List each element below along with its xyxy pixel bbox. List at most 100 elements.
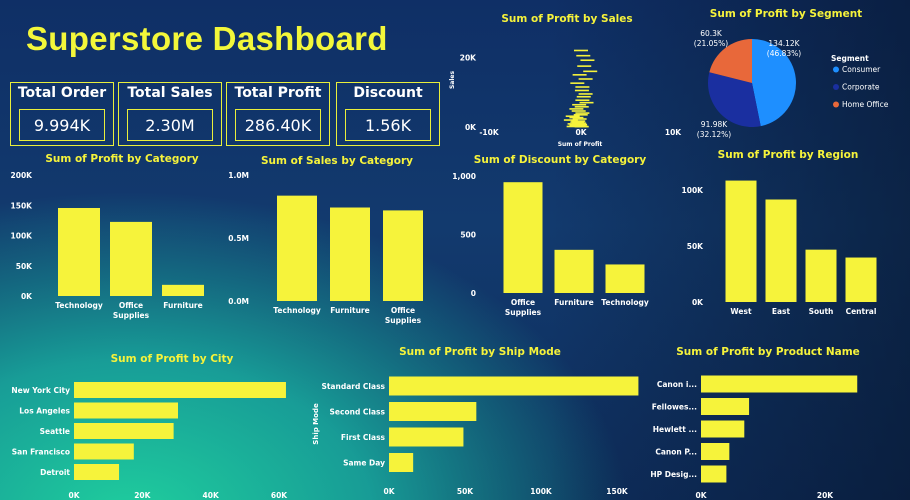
chart-title: Sum of Profit by City [111, 353, 234, 365]
dashboard-canvas: Superstore Dashboard Total Order 9.994K … [0, 0, 910, 500]
charts-layer: Sum of Profit by Category 0K 50K 100K 150K 20… [11, 8, 889, 500]
bar [554, 249, 594, 293]
bar [74, 443, 134, 460]
bar [605, 264, 645, 293]
x-tick-label: Office [391, 306, 415, 315]
y-tick-label: Second Class [330, 408, 386, 417]
scatter-point [575, 99, 590, 102]
scatter-point [578, 93, 593, 95]
bar [389, 453, 414, 472]
legend-item-label: Home Office [842, 100, 889, 109]
y-tick-label: Detroit [40, 468, 70, 477]
scatter-point [573, 114, 588, 116]
x-tick-label: -10K [479, 128, 500, 137]
scatter-point [576, 54, 591, 57]
bar [58, 207, 100, 296]
x-axis-title: Sum of Profit [558, 141, 603, 148]
x-tick-label: Technology [273, 306, 321, 315]
x-tick-label: 100K [530, 487, 553, 496]
bar [701, 443, 730, 460]
slice-value-label: 91.98K [701, 120, 728, 129]
scatter-point [575, 112, 590, 114]
x-tick-label: Technology [55, 301, 103, 310]
chart-title: Sum of Discount by Category [474, 154, 647, 166]
y-tick-label: Fellowes... [652, 403, 697, 412]
y-tick-label: 50K [16, 262, 33, 271]
chart-title: Sum of Profit by Sales [501, 13, 632, 25]
y-tick-label: Los Angeles [19, 407, 70, 416]
y-tick-label: Canon i... [657, 380, 697, 389]
y-tick-label: 50K [687, 242, 704, 251]
x-tick-label: Furniture [163, 301, 202, 310]
x-tick-label: Furniture [554, 298, 593, 307]
x-tick-label: South [809, 307, 834, 316]
legend-item-label: Corporate [842, 83, 880, 92]
y-tick-label: Canon P... [655, 448, 697, 457]
chart-title: Sum of Profit by Region [718, 149, 859, 161]
x-tick-label: 10K [665, 128, 682, 137]
y-tick-label: 100K [11, 232, 34, 241]
y-axis-title: Ship Mode [312, 403, 320, 445]
scatter-point [574, 49, 588, 52]
x-tick-label: Central [846, 307, 877, 316]
bar [74, 464, 120, 480]
bar [845, 257, 877, 302]
x-tick-label: 20K [817, 491, 834, 500]
bar [383, 210, 423, 301]
x-tick-label: West [730, 307, 752, 316]
scatter-point [565, 115, 580, 118]
x-tick-label: 0K [68, 491, 80, 500]
x-tick-label: Office [511, 298, 535, 307]
scatter-point [572, 74, 587, 76]
chart-title: Sum of Profit by Segment [710, 8, 862, 20]
y-tick-label: 0.0M [228, 297, 249, 306]
bar [389, 402, 477, 421]
slice-percent-label: (21.05%) [694, 39, 729, 48]
legend-swatch [833, 66, 839, 73]
scatter-point [569, 116, 584, 119]
chart-title: Sum of Profit by Category [45, 153, 198, 165]
bar [277, 195, 317, 301]
x-tick-label: 40K [203, 491, 220, 500]
y-tick-label: HP Desig... [650, 470, 697, 479]
scatter-point [583, 70, 598, 73]
y-tick-label: 500 [460, 231, 476, 240]
scatter-point [569, 108, 584, 110]
chart-title: Sum of Profit by Ship Mode [399, 346, 561, 358]
scatter-point [578, 78, 593, 80]
bar [110, 221, 152, 296]
bar [725, 180, 757, 302]
bar [701, 375, 858, 393]
y-tick-label: 0.5M [228, 234, 249, 243]
legend-title: Segment [831, 54, 869, 63]
x-tick-label: 0K [695, 491, 707, 500]
x-tick-label: Office [119, 301, 143, 310]
scatter-point [577, 65, 592, 67]
bar [330, 207, 370, 301]
bar [74, 402, 179, 419]
x-tick-label: Technology [601, 298, 649, 307]
scatter-point [571, 110, 586, 112]
legend-swatch [833, 84, 839, 90]
bar [765, 199, 797, 302]
x-tick-label: East [772, 307, 791, 316]
x-tick-label: Supplies [505, 308, 542, 317]
y-tick-label: 150K [11, 201, 34, 210]
y-axis-title: Sales [449, 71, 456, 89]
bar [701, 465, 727, 483]
slice-value-label: 60.3K [700, 29, 723, 38]
y-tick-label: Same Day [343, 459, 385, 468]
bar [701, 420, 745, 438]
bar [389, 376, 639, 396]
x-tick-label: Furniture [330, 306, 369, 315]
y-tick-label: 1.0M [228, 171, 249, 180]
y-tick-label: 0K [465, 123, 477, 132]
bar [701, 398, 750, 415]
y-tick-label: Hewlett ... [653, 425, 697, 434]
scatter-point [575, 86, 590, 88]
y-tick-label: 0K [692, 298, 704, 307]
y-tick-label: Seattle [40, 427, 70, 436]
y-tick-label: 100K [682, 186, 705, 195]
legend-swatch [833, 101, 839, 108]
scatter-point [576, 95, 591, 98]
